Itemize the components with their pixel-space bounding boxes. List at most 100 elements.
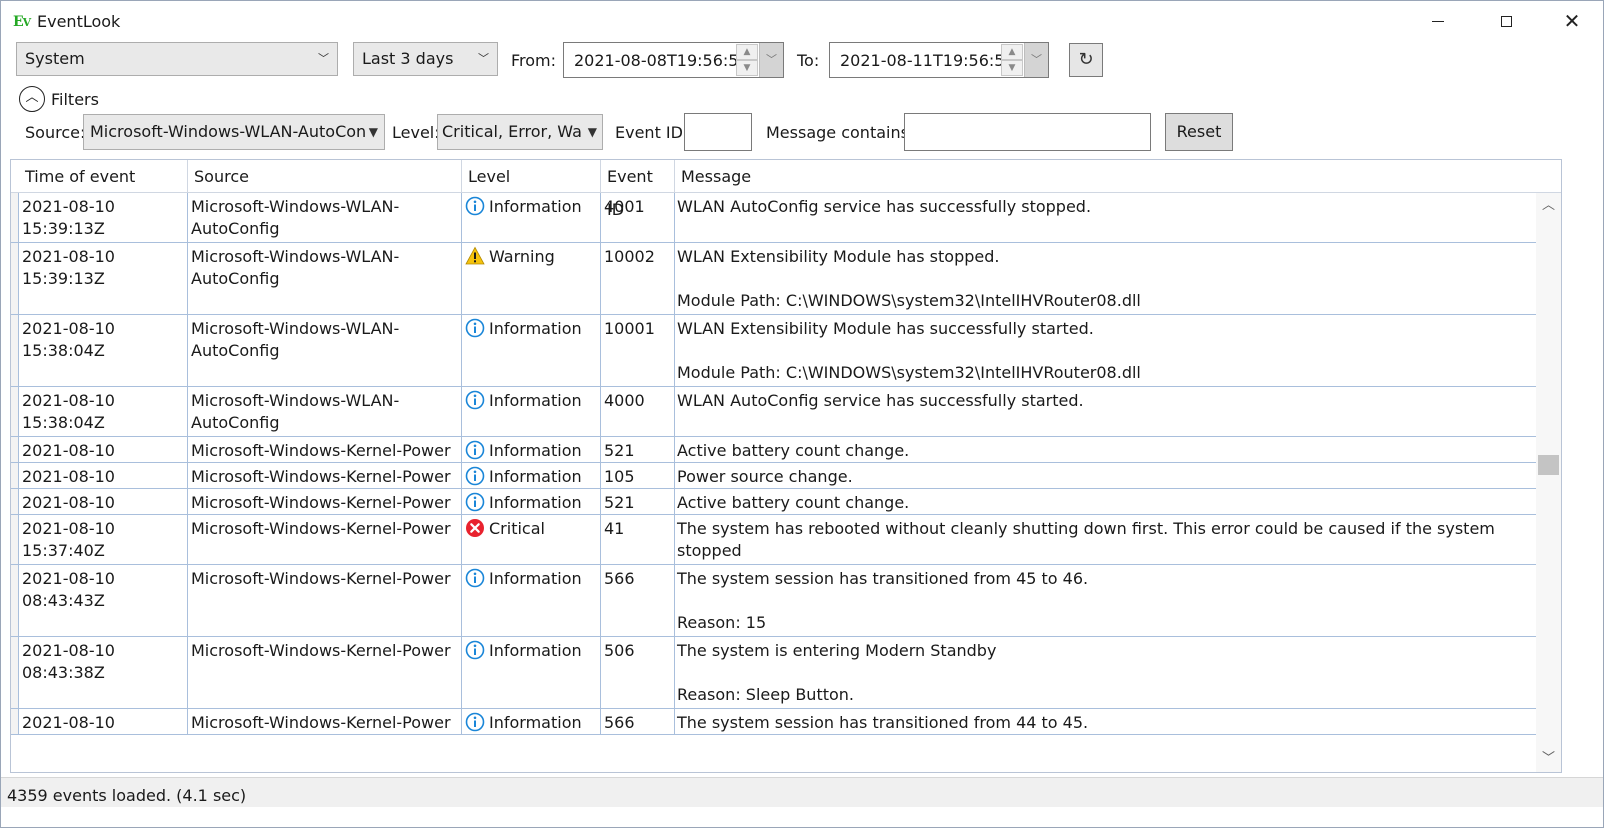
row-header[interactable] [11,437,19,462]
event-id-cell: 10001 [601,315,675,386]
event-id-cell: 10002 [601,243,675,314]
to-spinner[interactable]: ▲ ▼ [1001,44,1023,76]
column-header-source[interactable]: Source [188,160,462,193]
row-header[interactable] [11,315,19,386]
from-datetime-value: 2021-08-08T19:56:52 [574,51,749,70]
scrollbar-thumb[interactable] [1538,455,1559,475]
message-cell: WLAN Extensibility Module has stopped. Mo… [675,243,1536,314]
to-dropdown-button[interactable]: ﹀ [1024,43,1048,77]
level-cell: Information [462,489,601,514]
message-line: Active battery count change. [677,441,910,460]
message-line: Module Path: C:\WINDOWS\system32\IntelIH… [677,363,1141,382]
table-row[interactable]: 2021-08-10 15:37:43ZMicrosoft-Windows-Ke… [11,489,1536,515]
row-header[interactable] [11,709,19,734]
column-header-message[interactable]: Message [675,160,1536,193]
message-line [677,590,1536,612]
level-text: Information [489,713,582,732]
column-header-level[interactable]: Level [462,160,601,193]
source-label: Source: [25,123,86,142]
message-contains-label: Message contains: [766,123,915,142]
chevron-up-icon: ︿ [25,90,39,105]
row-header[interactable] [11,243,19,314]
table-row[interactable]: 2021-08-10 15:37:40Z Microsoft-Windows-Ke… [11,515,1536,565]
vertical-scrollbar[interactable]: ︿ ﹀ [1536,193,1561,772]
table-row[interactable]: 2021-08-10 15:38:04Z Microsoft-Windows-WL… [11,387,1536,437]
source-cell: Microsoft-Windows-Kernel-Power [188,489,462,514]
event-id-label: Event ID: [615,123,689,142]
reset-all-button[interactable]: Reset all [1165,113,1233,177]
level-cell: Information [462,637,601,708]
from-spinner[interactable]: ▲ ▼ [736,44,758,76]
table-row[interactable]: 2021-08-10 15:39:13Z Microsoft-Windows-WL… [11,243,1536,315]
source-cell: Microsoft-Windows-Kernel-Power [188,437,462,462]
from-label: From: [511,51,557,70]
level-text: Information [489,569,582,588]
row-header[interactable] [11,463,19,488]
source-cell: Microsoft-Windows-WLAN- AutoConfig [188,387,462,436]
from-dropdown-button[interactable]: ﹀ [759,43,783,77]
log-name-select[interactable]: System ﹀ [16,42,338,76]
message-contains-input[interactable] [904,113,1151,151]
level-filter-select[interactable]: Critical, Error, Warı ▼ [437,114,603,150]
level-text: Warning [489,247,555,266]
message-line: The system session has transitioned from… [677,569,1089,588]
to-datetime-picker[interactable]: 2021-08-11T19:56:52 ▲ ▼ ﹀ [829,42,1049,78]
source-cell: Microsoft-Windows-Kernel-Power [188,709,462,734]
info-icon [465,390,485,410]
table-row[interactable]: 2021-08-10 15:37:43ZMicrosoft-Windows-Ke… [11,437,1536,463]
eventlook-window: EV EventLook ✕ System ﹀ Last 3 days ﹀ Fr… [0,0,1604,828]
filters-collapse-button[interactable]: ︿ [19,86,45,112]
info-icon [465,318,485,338]
row-header[interactable] [11,387,19,436]
scroll-up-icon[interactable]: ︿ [1536,195,1561,217]
table-row[interactable]: 2021-08-10 15:39:13Z Microsoft-Windows-WL… [11,193,1536,243]
level-cell: Information [462,565,601,636]
level-text: Information [489,493,582,512]
table-row[interactable]: 2021-08-10 08:43:38ZMicrosoft-Windows-Ke… [11,709,1536,735]
status-bar: 4359 events loaded. (4.1 sec) [1,777,1603,807]
row-header[interactable] [11,489,19,514]
row-header[interactable] [11,637,19,708]
message-cell: WLAN AutoConfig service has successfully… [675,387,1536,436]
row-header[interactable] [11,565,19,636]
refresh-button[interactable]: ↻ [1069,43,1103,77]
event-id-input[interactable] [684,113,752,151]
source-line: AutoConfig [191,341,280,360]
column-header-time[interactable]: Time of event [19,160,188,193]
title-bar[interactable]: EV EventLook ✕ [1,1,1603,41]
from-datetime-picker[interactable]: 2021-08-08T19:56:52 ▲ ▼ ﹀ [563,42,784,78]
source-line: Microsoft-Windows-Kernel-Power [191,641,451,660]
table-row[interactable]: 2021-08-10 15:38:04Z Microsoft-Windows-WL… [11,315,1536,387]
message-cell: Active battery count change. [675,489,1536,514]
message-line: Power source change. [677,467,853,486]
spin-down-icon[interactable]: ▼ [1001,60,1023,76]
message-line: WLAN AutoConfig service has successfully… [677,391,1084,410]
table-row[interactable]: 2021-08-10 08:43:38ZMicrosoft-Windows-Ke… [11,637,1536,709]
level-cell: Critical [462,515,601,564]
message-cell: Power source change. [675,463,1536,488]
spin-down-icon[interactable]: ▼ [736,60,758,76]
message-line [677,662,1536,684]
event-id-cell: 506 [601,637,675,708]
eventlook-logo-icon: EV [13,14,31,30]
scroll-down-icon[interactable]: ﹀ [1536,748,1561,770]
minimize-button[interactable] [1415,1,1461,41]
table-row[interactable]: 2021-08-10 15:37:43ZMicrosoft-Windows-Ke… [11,463,1536,489]
level-text: Information [489,319,582,338]
row-header[interactable] [11,193,19,242]
row-header[interactable] [11,515,19,564]
maximize-button[interactable] [1483,1,1529,41]
range-select[interactable]: Last 3 days ﹀ [353,42,498,76]
spin-up-icon[interactable]: ▲ [1001,44,1023,60]
table-row[interactable]: 2021-08-10 08:43:43Z Microsoft-Windows-Ke… [11,565,1536,637]
source-cell: Microsoft-Windows-WLAN- AutoConfig [188,193,462,242]
message-line [677,268,1536,290]
source-filter-select[interactable]: Microsoft-Windows-WLAN-AutoConf ▼ [83,114,385,150]
spin-up-icon[interactable]: ▲ [736,44,758,60]
level-cell: Information [462,387,601,436]
minimize-icon [1432,20,1444,22]
source-line: AutoConfig [191,269,280,288]
column-header-event-id[interactable]: Event ID [601,160,675,219]
close-button[interactable]: ✕ [1549,1,1595,41]
source-line: Microsoft-Windows-WLAN- [191,391,400,410]
